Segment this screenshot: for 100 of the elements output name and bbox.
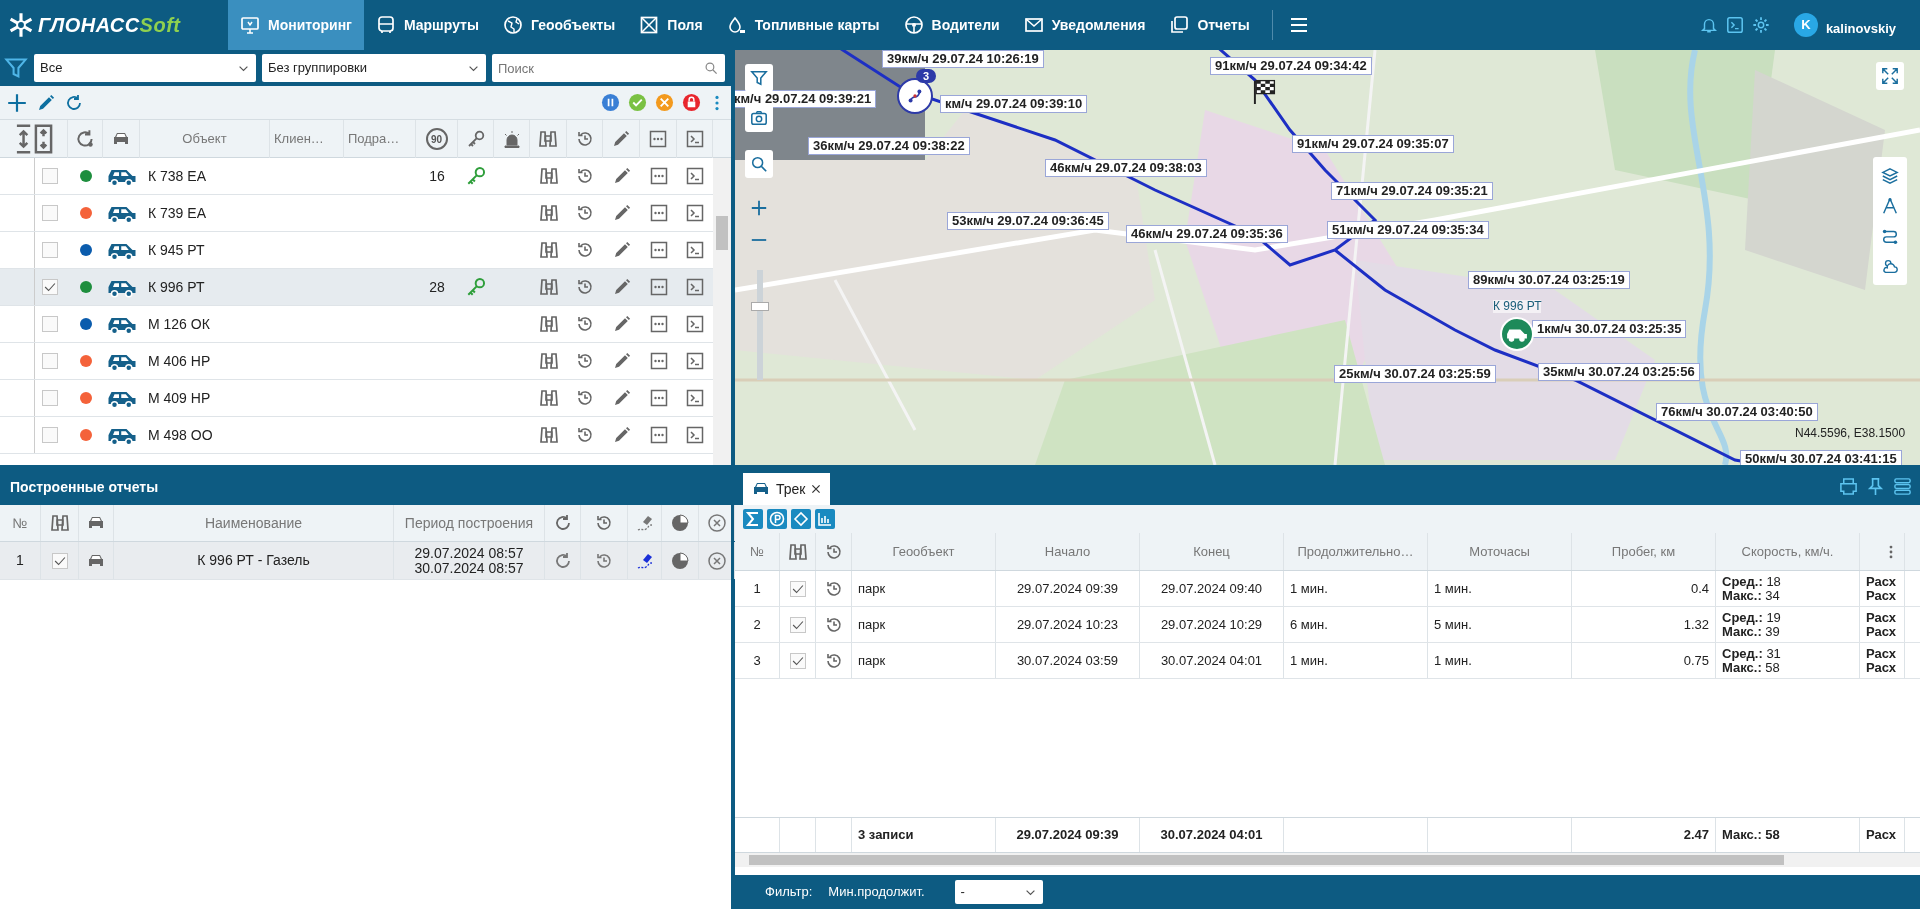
track-tab[interactable]: Трек (743, 473, 831, 505)
object-row[interactable]: М 498 ОО (0, 417, 713, 454)
column-header[interactable]: Моточасы (1428, 533, 1572, 570)
column-header[interactable]: № (0, 505, 41, 541)
binoculars-icon[interactable] (538, 425, 559, 445)
more-icon[interactable] (648, 166, 669, 186)
horizontal-scrollbar[interactable] (735, 853, 1920, 867)
history-icon[interactable] (575, 203, 595, 223)
column-header[interactable]: Начало (996, 533, 1140, 570)
track-row[interactable]: 3 парк 30.07.2024 03:59 30.07.2024 04:01 1 мин. 1 мин. 0.75 Сред.: 31 Макс.: 58 Расх Расх (735, 643, 1920, 679)
speed-limit-sign[interactable]: 90 (425, 128, 448, 150)
binoculars-icon[interactable] (538, 240, 559, 260)
binoculars-icon[interactable] (538, 203, 559, 223)
filter-icon[interactable] (4, 56, 28, 80)
track-row[interactable]: 2 парк 29.07.2024 10:23 29.07.2024 10:29 6 мин. 5 мин. 1.32 Сред.: 19 Макс.: 39 Расх Расх (735, 607, 1920, 643)
chart-icon[interactable] (815, 509, 835, 529)
pin-icon[interactable] (1866, 477, 1885, 496)
menu-icon[interactable] (1288, 15, 1309, 35)
user-name[interactable]: kalinovskiy (1825, 19, 1896, 39)
object-row[interactable]: М 409 НР (0, 380, 713, 417)
fullscreen-button[interactable] (1876, 62, 1904, 90)
column-header[interactable]: Объект (140, 120, 270, 158)
scrollbar[interactable] (713, 158, 731, 465)
track-row[interactable]: 1 парк 29.07.2024 09:39 29.07.2024 09:40 1 мин. 1 мин. 0.4 Сред.: 18 Макс.: 34 Расх Расх (735, 571, 1920, 607)
nav-tab[interactable]: Мониторинг (228, 0, 364, 50)
add-icon[interactable] (6, 91, 28, 114)
nav-tab[interactable]: Поля (627, 0, 715, 50)
terminal-icon[interactable] (685, 166, 705, 186)
more-icon[interactable] (648, 314, 669, 334)
more-icon[interactable] (648, 388, 669, 408)
edit-icon[interactable] (36, 92, 56, 113)
checkbox[interactable] (51, 552, 68, 569)
history-icon[interactable] (575, 388, 595, 408)
pie-chart-icon[interactable] (670, 550, 690, 571)
history-icon[interactable] (575, 314, 595, 334)
nav-tab[interactable]: Маршруты (363, 0, 491, 50)
checkbox[interactable] (789, 652, 806, 669)
checkbox[interactable] (42, 353, 58, 369)
search-button[interactable] (745, 150, 773, 178)
column-header[interactable]: Пробег, км (1572, 533, 1716, 570)
binoculars-icon[interactable] (538, 351, 559, 371)
refresh-icon[interactable] (74, 128, 96, 150)
object-row[interactable]: М 126 ОК (0, 306, 713, 343)
history-icon[interactable] (575, 240, 595, 260)
ruler-icon[interactable] (1881, 197, 1899, 215)
object-row[interactable]: К 739 ЕА (0, 195, 713, 232)
terminal-icon[interactable] (685, 314, 705, 334)
column-header[interactable]: Наименование (114, 505, 394, 541)
filter-dropdown[interactable]: Все (34, 54, 256, 82)
column-header[interactable]: Клиен… (270, 120, 344, 158)
more-icon[interactable] (648, 240, 669, 260)
nav-tab[interactable]: Водители (891, 0, 1012, 50)
weather-icon[interactable] (1881, 257, 1899, 275)
column-header[interactable]: Конец (1140, 533, 1284, 570)
checkbox[interactable] (42, 205, 58, 221)
nav-tab[interactable]: Уведомления (1011, 0, 1158, 50)
refresh-icon[interactable] (64, 92, 84, 113)
terminal-icon[interactable] (1725, 16, 1744, 34)
checkbox[interactable] (42, 427, 58, 443)
settings-icon[interactable] (1751, 16, 1770, 34)
column-header[interactable]: Продолжительно… (1284, 533, 1428, 570)
more-icon[interactable] (648, 425, 669, 445)
terminal-icon[interactable] (685, 351, 705, 371)
parking-icon[interactable] (767, 509, 787, 529)
screenshot-button[interactable] (745, 104, 773, 132)
object-row[interactable]: К 996 РТ 28 (0, 269, 713, 306)
nav-tab[interactable]: Топливные карты (714, 0, 892, 50)
slider-handle[interactable] (751, 302, 769, 311)
zoom-slider[interactable] (751, 270, 769, 380)
checkbox[interactable] (789, 580, 806, 597)
terminal-icon[interactable] (685, 388, 705, 408)
bell-icon[interactable] (1699, 16, 1718, 34)
checkbox[interactable] (42, 390, 58, 406)
terminal-icon[interactable] (685, 425, 705, 445)
history-icon[interactable] (575, 425, 595, 445)
terminal-icon[interactable] (685, 203, 705, 223)
layers-icon[interactable] (1881, 167, 1899, 185)
object-row[interactable]: М 406 НР (0, 343, 713, 380)
checkbox[interactable] (42, 279, 58, 295)
min-duration-dropdown[interactable]: - (954, 880, 1043, 904)
search-field[interactable]: Поиск (492, 54, 725, 82)
more-icon[interactable] (648, 351, 669, 371)
terminal-icon[interactable] (685, 277, 705, 297)
column-header[interactable]: Скорость, км/ч. (1716, 533, 1860, 570)
binoculars-icon[interactable] (538, 166, 559, 186)
column-header[interactable]: Период построения (394, 505, 545, 541)
history-icon[interactable] (575, 351, 595, 371)
more-icon[interactable] (648, 277, 669, 297)
nav-tab[interactable]: Геообъекты (490, 0, 628, 50)
binoculars-icon[interactable] (538, 277, 559, 297)
history-icon[interactable] (575, 277, 595, 297)
grouping-dropdown[interactable]: Без группировки (262, 54, 486, 82)
layout-icon[interactable] (1893, 477, 1912, 496)
column-header[interactable]: Подра… (344, 120, 416, 158)
binoculars-icon[interactable] (538, 388, 559, 408)
sum-icon[interactable] (743, 509, 763, 529)
lock-icon[interactable] (682, 93, 701, 112)
column-header[interactable]: № (735, 533, 780, 570)
pause-icon[interactable] (601, 93, 620, 112)
checkbox[interactable] (789, 616, 806, 633)
